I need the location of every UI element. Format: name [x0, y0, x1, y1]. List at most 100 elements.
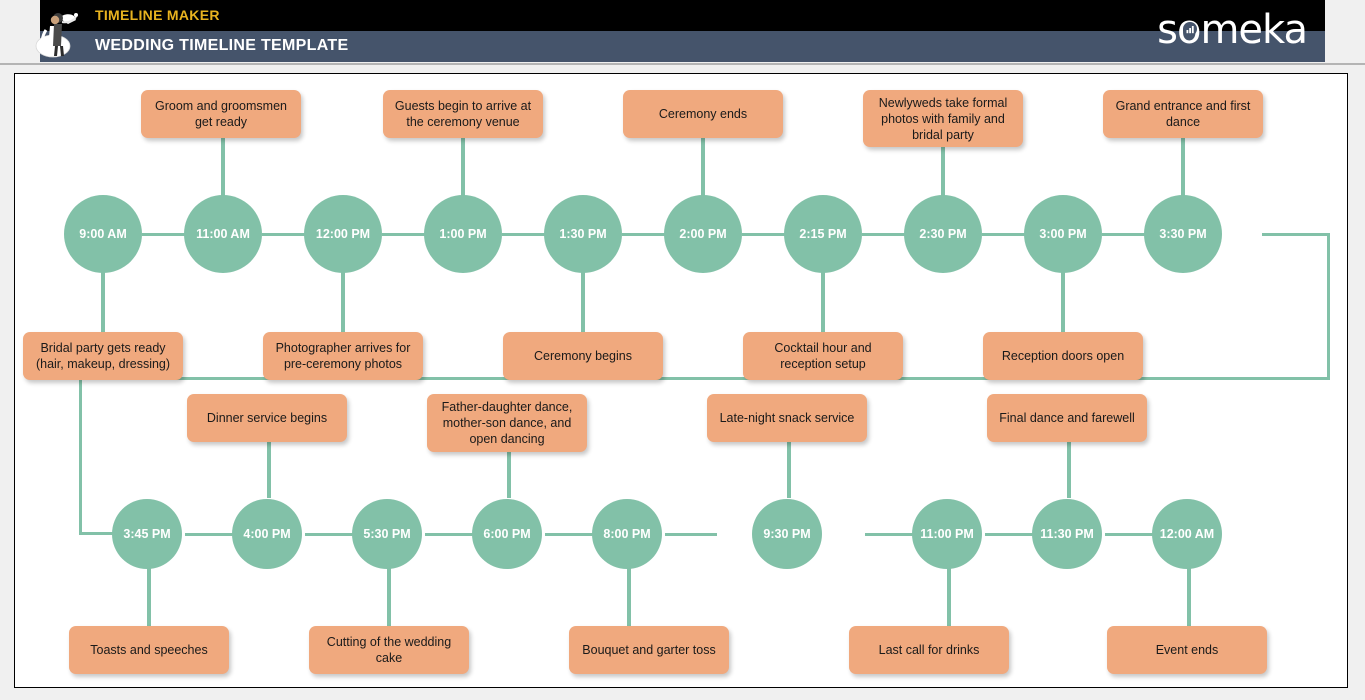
event-text: Last call for drinks [878, 643, 980, 657]
stem-r1-9 [1061, 269, 1065, 334]
connector-r2-1 [185, 533, 237, 536]
wrap-connector-right [1327, 233, 1330, 380]
event-label-r1-3[interactable]: Photographer arrives for pre-ceremony ph… [263, 332, 423, 380]
event-label-r1-4[interactable]: Guests begin to arrive at the ceremony v… [383, 90, 543, 138]
stem-r1-3 [341, 269, 345, 334]
timeline-node-r2-5[interactable]: 8:00 PM [592, 499, 662, 569]
node-time-label: 1:00 PM [439, 227, 487, 241]
app-header: TIMELINE MAKER WEDDING TIMELINE TEMPLATE… [35, 0, 1325, 62]
timeline-node-r2-1[interactable]: 3:45 PM [112, 499, 182, 569]
timeline-node-r1-4[interactable]: 1:00 PM [424, 195, 502, 273]
stem-r2-5 [627, 567, 631, 627]
node-time-label: 2:30 PM [919, 227, 967, 241]
connector-r2-4 [545, 533, 597, 536]
connector-r2-2 [305, 533, 357, 536]
node-time-label: 6:00 PM [483, 527, 531, 541]
event-text: Bouquet and garter toss [582, 643, 716, 657]
stem-r2-1 [147, 567, 151, 627]
timeline-node-r2-2[interactable]: 4:00 PM [232, 499, 302, 569]
connector-r2-3 [425, 533, 477, 536]
brand-subtitle: TIMELINE MAKER [95, 7, 220, 23]
stem-r1-2 [221, 137, 225, 197]
timeline-node-r1-5[interactable]: 1:30 PM [544, 195, 622, 273]
timeline-node-r1-2[interactable]: 11:00 AM [184, 195, 262, 273]
node-time-label: 11:30 PM [1040, 527, 1094, 541]
event-label-r2-5[interactable]: Bouquet and garter toss [569, 626, 729, 674]
event-text: Final dance and farewell [999, 411, 1135, 425]
connector-r2-7 [985, 533, 1037, 536]
stem-r2-4 [507, 452, 511, 498]
timeline-node-r1-1[interactable]: 9:00 AM [64, 195, 142, 273]
node-time-label: 11:00 AM [196, 227, 250, 241]
node-time-label: 9:30 PM [763, 527, 811, 541]
stem-r2-9 [1187, 567, 1191, 627]
event-label-r1-5[interactable]: Ceremony begins [503, 332, 663, 380]
event-label-r2-6[interactable]: Late-night snack service [707, 394, 867, 442]
timeline-node-r1-6[interactable]: 2:00 PM [664, 195, 742, 273]
node-time-label: 9:00 AM [79, 227, 127, 241]
stem-r2-2 [267, 442, 271, 498]
timeline-canvas: 9:00 AM 11:00 AM 12:00 PM 1:00 PM 1:30 P… [14, 73, 1348, 688]
node-time-label: 8:00 PM [603, 527, 651, 541]
event-text: Reception doors open [1001, 349, 1125, 363]
stem-r2-6 [787, 442, 791, 498]
event-label-r1-8[interactable]: Newlyweds take formal photos with family… [863, 90, 1023, 147]
stem-r1-1 [101, 269, 105, 334]
node-time-label: 11:00 PM [920, 527, 974, 541]
event-label-r2-4[interactable]: Father-daughter dance, mother-son dance,… [427, 394, 587, 452]
node-time-label: 3:30 PM [1159, 227, 1207, 241]
event-label-r1-2[interactable]: Groom and groomsmen get ready [141, 90, 301, 138]
node-time-label: 2:00 PM [679, 227, 727, 241]
connector-r2-6 [865, 533, 917, 536]
header-band-top [40, 0, 1325, 31]
stem-r1-4 [461, 137, 465, 197]
connector-r2-8 [1105, 533, 1157, 536]
event-label-r2-8[interactable]: Final dance and farewell [987, 394, 1147, 442]
someka-logo: someka [1157, 7, 1308, 53]
stem-r2-7 [947, 567, 951, 627]
someka-logo-prefix: s [1157, 7, 1178, 53]
event-text: Event ends [1155, 643, 1219, 657]
someka-logo-o: o [1177, 8, 1202, 52]
timeline-node-r1-7[interactable]: 2:15 PM [784, 195, 862, 273]
event-label-r1-9[interactable]: Reception doors open [983, 332, 1143, 380]
node-time-label: 1:30 PM [559, 227, 607, 241]
event-label-r1-6[interactable]: Ceremony ends [623, 90, 783, 138]
event-text: Cutting of the wedding cake [326, 635, 452, 665]
page-title: WEDDING TIMELINE TEMPLATE [95, 37, 349, 54]
event-label-r2-7[interactable]: Last call for drinks [849, 626, 1009, 674]
event-label-r2-9[interactable]: Event ends [1107, 626, 1267, 674]
timeline-node-r1-8[interactable]: 2:30 PM [904, 195, 982, 273]
timeline-node-r2-4[interactable]: 6:00 PM [472, 499, 542, 569]
timeline-node-r2-6[interactable]: 9:30 PM [752, 499, 822, 569]
event-label-r1-1[interactable]: Bridal party gets ready (hair, makeup, d… [23, 332, 183, 380]
timeline-node-r2-9[interactable]: 12:00 AM [1152, 499, 1222, 569]
node-time-label: 3:00 PM [1039, 227, 1087, 241]
stem-r1-8 [941, 146, 945, 197]
event-label-r2-2[interactable]: Dinner service begins [187, 394, 347, 442]
stem-r2-3 [387, 567, 391, 627]
node-time-label: 12:00 PM [315, 227, 371, 241]
event-text: Ceremony begins [534, 349, 632, 363]
event-text: Dinner service begins [206, 411, 328, 425]
stem-r1-5 [581, 269, 585, 334]
event-label-r1-7[interactable]: Cocktail hour and reception setup [743, 332, 903, 380]
event-text: Bridal party gets ready (hair, makeup, d… [35, 341, 171, 371]
event-text: Newlyweds take formal photos with family… [878, 95, 1008, 142]
wedding-couple-icon [35, 13, 78, 58]
event-text: Cocktail hour and reception setup [774, 341, 872, 371]
timeline-node-r1-3[interactable]: 12:00 PM [304, 195, 382, 273]
event-label-r2-1[interactable]: Toasts and speeches [69, 626, 229, 674]
connector-r2-5 [665, 533, 717, 536]
event-text: Late-night snack service [719, 411, 855, 425]
event-label-r2-3[interactable]: Cutting of the wedding cake [309, 626, 469, 674]
node-time-label: 12:00 AM [1159, 527, 1215, 541]
stem-r1-6 [701, 137, 705, 197]
timeline-node-r2-8[interactable]: 11:30 PM [1032, 499, 1102, 569]
event-label-r1-10[interactable]: Grand entrance and first dance [1103, 90, 1263, 138]
timeline-node-r2-7[interactable]: 11:00 PM [912, 499, 982, 569]
timeline-node-r1-9[interactable]: 3:00 PM [1024, 195, 1102, 273]
timeline-node-r2-3[interactable]: 5:30 PM [352, 499, 422, 569]
stem-r1-7 [821, 269, 825, 334]
timeline-node-r1-10[interactable]: 3:30 PM [1144, 195, 1222, 273]
